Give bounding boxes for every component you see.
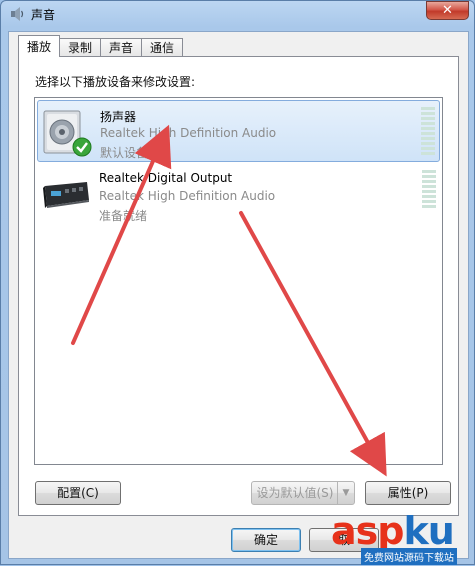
default-check-icon — [72, 137, 92, 157]
window-title: 声音 — [31, 8, 56, 22]
device-status: 默认设备 — [100, 146, 149, 160]
device-name: 扬声器 — [100, 110, 137, 124]
dialog-client-area: 播放 录制 声音 通信 选择以下播放设备来修改设置: 扬声器 Realtek H… — [8, 31, 469, 559]
configure-button[interactable]: 配置(C) — [35, 481, 121, 505]
digital-output-icon — [43, 182, 89, 208]
volume-meter — [421, 107, 435, 155]
tab-sounds[interactable]: 声音 — [100, 38, 143, 57]
site-watermark: aspku 免费网站源码下载站 — [331, 509, 475, 566]
tab-communications[interactable]: 通信 — [141, 38, 184, 57]
ok-button[interactable]: 确定 — [231, 528, 301, 552]
tab-playback[interactable]: 播放 — [18, 35, 61, 57]
tab-strip: 播放 录制 声音 通信 — [18, 35, 184, 57]
close-icon: ✕ — [442, 3, 453, 18]
properties-button[interactable]: 属性(P) — [365, 481, 451, 505]
watermark-logo: aspku — [331, 509, 455, 553]
device-driver: Realtek High Definition Audio — [99, 189, 276, 203]
title-bar[interactable]: 声音 ✕ — [1, 1, 474, 27]
device-item-speakers[interactable]: 扬声器 Realtek High Definition Audio 默认设备 — [37, 100, 440, 162]
device-name: Realtek Digital Output — [99, 171, 233, 185]
tab-recording[interactable]: 录制 — [59, 38, 102, 57]
device-list[interactable]: 扬声器 Realtek High Definition Audio 默认设备 R… — [34, 97, 443, 465]
close-button[interactable]: ✕ — [426, 1, 469, 20]
set-default-button[interactable]: 设为默认值(S) ▼ — [251, 481, 355, 505]
instruction-label: 选择以下播放设备来修改设置: — [35, 75, 196, 89]
sound-dialog-window: 声音 ✕ 播放 录制 声音 通信 选择以下播放设备来修改设置: 扬声器 Real… — [0, 0, 475, 565]
watermark-caption: 免费网站源码下载站 — [361, 548, 457, 565]
playback-panel: 选择以下播放设备来修改设置: 扬声器 Realtek High Definiti… — [18, 56, 459, 516]
set-default-label: 设为默认值(S) — [256, 486, 334, 500]
device-driver: Realtek High Definition Audio — [100, 126, 277, 140]
dropdown-arrow-icon[interactable]: ▼ — [337, 482, 354, 504]
volume-meter — [422, 170, 436, 218]
device-status: 准备就绪 — [99, 209, 148, 223]
speaker-title-icon — [11, 7, 24, 21]
device-item-digital-output[interactable]: Realtek Digital Output Realtek High Defi… — [37, 164, 440, 226]
